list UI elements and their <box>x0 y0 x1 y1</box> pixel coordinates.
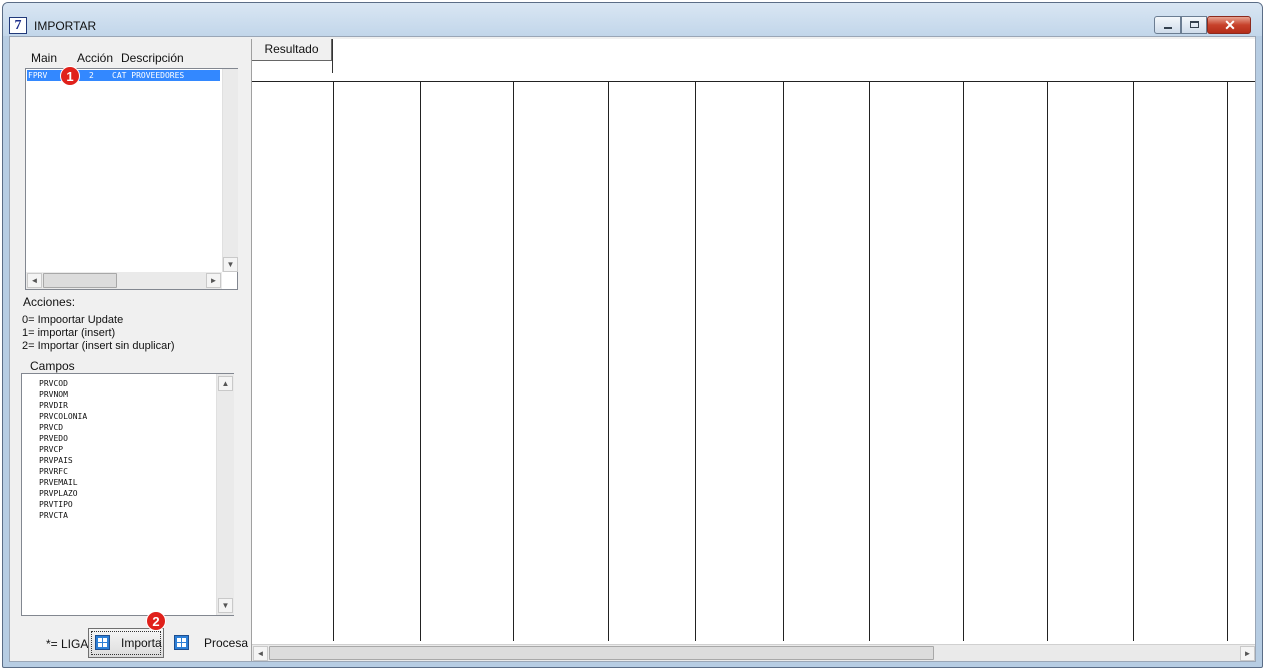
grid-column-line <box>608 81 609 641</box>
campo-item[interactable]: PRVCP <box>39 444 87 455</box>
procesa-label: Procesa <box>204 636 249 650</box>
scroll-right-icon[interactable]: ► <box>1240 646 1255 661</box>
grid-hscroll[interactable]: ◄ ► <box>252 644 1255 661</box>
minimize-icon <box>1164 27 1172 29</box>
grid-hscroll-thumb[interactable] <box>269 646 934 660</box>
result-grid[interactable]: Resultado ◄ ► <box>251 39 1255 661</box>
row-descripcion: CAT PROVEEDORES <box>112 71 185 80</box>
campos-title: Campos <box>30 359 75 373</box>
campo-item[interactable]: PRVPAIS <box>39 455 87 466</box>
tab-divider <box>332 39 333 73</box>
grid-icon <box>174 635 189 650</box>
importa-button[interactable]: Importa <box>88 628 164 658</box>
importa-label: Importa <box>121 636 162 650</box>
grid-column-line <box>869 81 870 641</box>
main-list-vscroll[interactable]: ▼ <box>222 69 238 272</box>
campo-item[interactable]: PRVCOLONIA <box>39 411 87 422</box>
header-accion[interactable]: Acción <box>77 51 113 65</box>
campo-item[interactable]: PRVTIPO <box>39 499 87 510</box>
maximize-button[interactable] <box>1181 16 1207 34</box>
hscroll-thumb[interactable] <box>43 273 117 288</box>
campo-item[interactable]: PRVCTA <box>39 510 87 521</box>
procesa-button[interactable]: Procesa <box>167 628 249 658</box>
scroll-right-icon[interactable]: ► <box>206 273 221 288</box>
grid-column-line <box>333 81 334 641</box>
scroll-down-icon[interactable]: ▼ <box>223 257 238 272</box>
row-accion: 2 <box>89 71 94 80</box>
grid-column-line <box>695 81 696 641</box>
grid-column-line <box>1133 81 1134 641</box>
grid-column-line <box>783 81 784 641</box>
main-list-hscroll[interactable]: ◄ ► <box>26 272 222 289</box>
row-main: FPRV <box>28 71 48 80</box>
campos-vscroll[interactable]: ▲ ▼ <box>216 374 234 615</box>
campo-item[interactable]: PRVCOD <box>39 378 87 389</box>
grid-header-line <box>252 81 1255 82</box>
maximize-icon <box>1190 21 1199 28</box>
importar-window: 7 IMPORTAR ✕ Main Acción Descripción FPR… <box>2 2 1263 668</box>
campo-item[interactable]: PRVRFC <box>39 466 87 477</box>
campo-item[interactable]: PRVNOM <box>39 389 87 400</box>
window-title: IMPORTAR <box>34 19 97 33</box>
campos-items: PRVCOD PRVNOM PRVDIR PRVCOLONIA PRVCD PR… <box>39 378 87 521</box>
close-button[interactable]: ✕ <box>1207 16 1251 34</box>
grid-column-line <box>420 81 421 641</box>
header-main[interactable]: Main <box>31 51 57 65</box>
app-icon: 7 <box>9 17 27 34</box>
grid-column-line <box>513 81 514 641</box>
client-area: Main Acción Descripción FPRV 2 CAT PROVE… <box>9 36 1256 662</box>
campo-item[interactable]: PRVDIR <box>39 400 87 411</box>
title-bar[interactable]: 7 IMPORTAR ✕ <box>3 3 1262 36</box>
grid-column-line <box>1227 81 1228 641</box>
tab-resultado[interactable]: Resultado <box>252 39 332 61</box>
campos-list[interactable]: PRVCOD PRVNOM PRVDIR PRVCOLONIA PRVCD PR… <box>21 373 234 616</box>
accion-line-1: 1= importar (insert) <box>22 327 116 339</box>
accion-line-0: 0= Impoortar Update <box>22 314 124 326</box>
liga-legend: *= LIGA <box>46 637 89 651</box>
grid-column-line <box>1047 81 1048 641</box>
close-icon: ✕ <box>1224 17 1236 33</box>
campo-item[interactable]: PRVEDO <box>39 433 87 444</box>
scroll-down-icon[interactable]: ▼ <box>218 598 233 613</box>
campo-item[interactable]: PRVCD <box>39 422 87 433</box>
callout-badge-1: 1 <box>60 66 80 86</box>
callout-badge-2: 2 <box>146 611 166 631</box>
list-item-selected[interactable]: FPRV 2 CAT PROVEEDORES <box>27 70 220 81</box>
acciones-title: Acciones: <box>23 295 76 309</box>
grid-icon <box>95 635 110 650</box>
minimize-button[interactable] <box>1154 16 1181 34</box>
scroll-left-icon[interactable]: ◄ <box>27 273 42 288</box>
campo-item[interactable]: PRVPLAZO <box>39 488 87 499</box>
accion-line-2: 2= Importar (insert sin duplicar) <box>22 340 175 352</box>
main-list[interactable]: FPRV 2 CAT PROVEEDORES ▼ ◄ ► <box>25 68 238 290</box>
grid-column-line <box>963 81 964 641</box>
scroll-up-icon[interactable]: ▲ <box>218 376 233 391</box>
scroll-left-icon[interactable]: ◄ <box>253 646 268 661</box>
header-descripcion[interactable]: Descripción <box>121 51 184 65</box>
campo-item[interactable]: PRVEMAIL <box>39 477 87 488</box>
